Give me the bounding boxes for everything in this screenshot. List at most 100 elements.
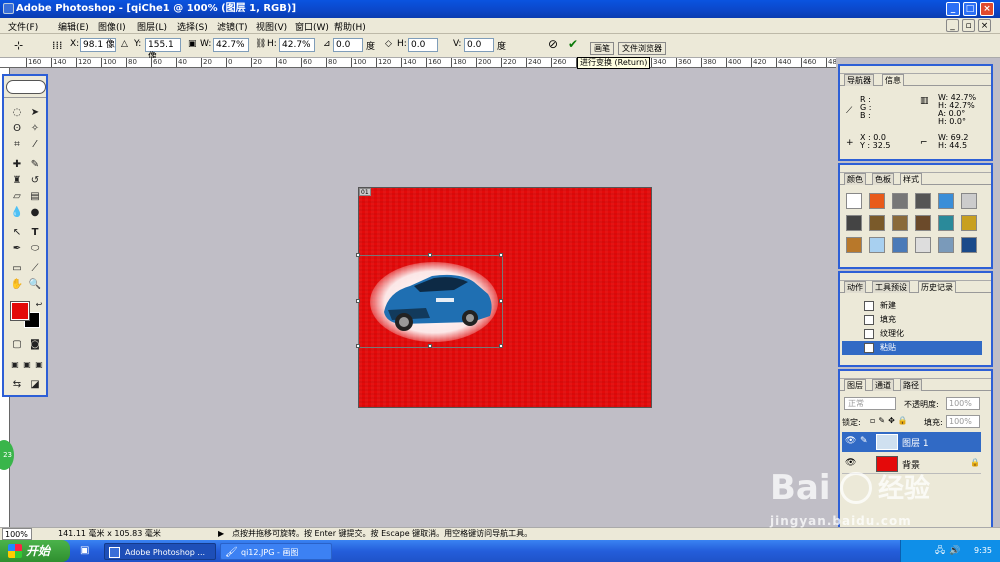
menu-edit[interactable]: 编辑(E) — [58, 20, 89, 33]
opacity-field[interactable]: 100% — [946, 397, 980, 410]
transform-handle-bl[interactable] — [356, 344, 360, 348]
tray-volume-icon[interactable]: 🔊 — [949, 540, 960, 562]
style-swatch[interactable] — [915, 193, 931, 209]
taskbar-photoshop[interactable]: Adobe Photoshop ... — [104, 543, 216, 560]
transform-bounding-box[interactable] — [356, 253, 503, 348]
layer-row-selected[interactable]: 👁 ✎ 图层 1 — [842, 432, 981, 452]
close-button[interactable]: × — [980, 2, 994, 16]
style-swatch[interactable] — [915, 215, 931, 231]
menu-select[interactable]: 选择(S) — [177, 20, 208, 33]
notes-tool-icon[interactable]: ▭ — [10, 262, 24, 276]
fill-field[interactable]: 100% — [946, 415, 980, 428]
delta-icon[interactable]: △ — [121, 39, 128, 49]
style-swatch[interactable] — [869, 237, 885, 253]
transform-handle-tl[interactable] — [356, 253, 360, 257]
shape-tool-icon[interactable]: ⬭ — [28, 242, 42, 256]
brush-link-icon[interactable]: ✎ — [860, 436, 868, 446]
link-icon[interactable]: ⛓ — [255, 39, 266, 49]
menu-image[interactable]: 图像(I) — [98, 20, 126, 33]
doc-restore-button[interactable]: ▫ — [962, 19, 975, 32]
tab-info[interactable]: 信息 — [882, 74, 904, 86]
brushes-tab[interactable]: 画笔 — [590, 42, 614, 55]
history-item[interactable]: 新建 — [842, 299, 982, 313]
menu-view[interactable]: 视图(V) — [256, 20, 287, 33]
jump-to-imageready-icon[interactable]: ⇆ — [10, 378, 24, 392]
photoshop-app-icon[interactable] — [3, 3, 14, 14]
transform-handle-t[interactable] — [428, 253, 432, 257]
tab-tool-presets[interactable]: 工具预设 — [872, 281, 910, 293]
photoshop-eye-logo[interactable] — [6, 80, 46, 94]
blur-tool-icon[interactable]: 💧 — [10, 206, 24, 220]
menu-file[interactable]: 文件(F) — [8, 20, 38, 33]
eraser-tool-icon[interactable]: ▱ — [10, 190, 24, 204]
minimize-button[interactable]: _ — [946, 2, 960, 16]
zoom-field[interactable]: 100% — [2, 528, 32, 540]
hskew-field[interactable]: 0.0 — [408, 38, 438, 52]
transform-tool-icon[interactable]: ⊹ — [14, 39, 23, 52]
style-swatch[interactable] — [938, 237, 954, 253]
slice-tool-icon[interactable]: ⁄ — [28, 138, 42, 152]
doc-close-button[interactable]: × — [978, 19, 991, 32]
tab-swatches[interactable]: 色板 — [872, 173, 894, 185]
pen-tool-icon[interactable]: ✒ — [10, 242, 24, 256]
magic-wand-icon[interactable]: ✧ — [28, 122, 42, 136]
menu-filter[interactable]: 滤镜(T) — [217, 20, 248, 33]
brush-tool-icon[interactable]: ✎ — [28, 158, 42, 172]
tab-channels[interactable]: 通道 — [872, 379, 894, 391]
transform-handle-b[interactable] — [428, 344, 432, 348]
blend-mode-select[interactable]: 正常 — [844, 397, 896, 410]
dodge-tool-icon[interactable]: ● — [28, 206, 42, 220]
gradient-tool-icon[interactable]: ▤ — [28, 190, 42, 204]
clock[interactable]: 9:35 — [974, 546, 992, 555]
style-swatch[interactable] — [892, 237, 908, 253]
history-brush-icon[interactable]: ↺ — [28, 174, 42, 188]
style-swatch[interactable] — [846, 215, 862, 231]
tab-layers[interactable]: 图层 — [844, 379, 866, 391]
height-field[interactable]: 42.7% — [279, 38, 315, 52]
transform-handle-tr[interactable] — [499, 253, 503, 257]
width-field[interactable]: 42.7% — [213, 38, 249, 52]
style-swatch[interactable] — [915, 237, 931, 253]
quickmask-mode-icon[interactable]: ◙ — [28, 338, 42, 352]
tab-paths[interactable]: 路径 — [900, 379, 922, 391]
transform-handle-r[interactable] — [499, 299, 503, 303]
style-swatch[interactable] — [892, 215, 908, 231]
hand-tool-icon[interactable]: ✋ — [10, 278, 24, 292]
style-swatch[interactable] — [938, 193, 954, 209]
marquee-tool-icon[interactable]: ◌ — [10, 106, 24, 120]
standard-mode-icon[interactable]: ▢ — [10, 338, 24, 352]
screen-mode-3-icon[interactable]: ▣ — [32, 358, 46, 372]
style-swatch[interactable] — [961, 237, 977, 253]
tab-color[interactable]: 颜色 — [844, 173, 866, 185]
x-field[interactable]: 98.1 像 — [80, 38, 116, 52]
style-swatch[interactable] — [938, 215, 954, 231]
tab-styles[interactable]: 样式 — [900, 173, 922, 185]
style-swatch[interactable] — [846, 193, 862, 209]
style-swatch[interactable] — [869, 215, 885, 231]
tray-network-icon[interactable]: 🖧 — [935, 540, 945, 562]
doc-minimize-button[interactable]: _ — [946, 19, 959, 32]
tab-navigator[interactable]: 导航器 — [844, 74, 874, 86]
menu-help[interactable]: 帮助(H) — [334, 20, 366, 33]
side-badge[interactable]: 23 — [0, 440, 14, 470]
imageready-icon[interactable]: ◪ — [28, 378, 42, 392]
zoom-tool-icon[interactable]: 🔍 — [28, 278, 42, 292]
file-browser-tab[interactable]: 文件浏览器 — [618, 42, 666, 55]
crop-tool-icon[interactable]: ⌗ — [10, 138, 24, 152]
type-tool-icon[interactable]: T — [28, 226, 42, 240]
style-swatch[interactable] — [961, 193, 977, 209]
tab-actions[interactable]: 动作 — [844, 281, 866, 293]
start-button[interactable]: 开始 — [0, 540, 70, 562]
transform-handle-br[interactable] — [499, 344, 503, 348]
visibility-eye-icon[interactable]: 👁 — [845, 436, 856, 446]
healing-brush-icon[interactable]: ✚ — [10, 158, 24, 172]
move-tool-icon[interactable]: ➤ — [28, 106, 42, 120]
swap-colors-icon[interactable]: ↩ — [32, 298, 46, 312]
cancel-transform-icon[interactable]: ⊘ — [548, 37, 558, 51]
vskew-field[interactable]: 0.0 — [464, 38, 494, 52]
menu-layer[interactable]: 图层(L) — [137, 20, 167, 33]
tab-history[interactable]: 历史记录 — [918, 281, 956, 293]
lock-icons[interactable]: ▫✎✥🔒 — [870, 416, 911, 425]
maximize-button[interactable]: □ — [963, 2, 977, 16]
visibility-eye-icon[interactable]: 👁 — [845, 458, 856, 468]
